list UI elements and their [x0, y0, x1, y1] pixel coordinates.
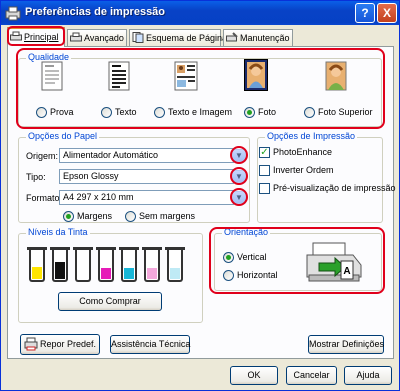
paper-format-dropdown-button[interactable]: ▼: [232, 191, 246, 204]
reverse-order-checkbox[interactable]: [259, 165, 270, 176]
text-doc-icon: [108, 61, 130, 91]
reverse-order-label: Inverter Ordem: [273, 165, 334, 175]
print-options-title: Opções de Impressão: [265, 131, 358, 141]
ink-cartridge: [50, 247, 70, 282]
quality-draft-label: Prova: [50, 107, 74, 117]
margins-label: Margens: [77, 211, 113, 221]
paper-format-label: Formato:: [26, 193, 63, 203]
quality-best-photo-radio[interactable]: [304, 107, 315, 118]
ink-levels-title: Níveis da Tinta: [26, 227, 90, 237]
paper-type-label: Tipo:: [26, 172, 46, 182]
window-title: Preferências de impressão: [25, 6, 166, 18]
quality-photo-radio[interactable]: [244, 107, 255, 118]
technical-support-button[interactable]: Assistência Técnica: [110, 335, 190, 354]
title-bar[interactable]: Preferências de impressão ? X: [1, 1, 399, 25]
paper-source-label: Origem:: [26, 151, 59, 161]
show-settings-button[interactable]: Mostrar Definições: [308, 335, 384, 354]
best-photo-icon: [325, 61, 347, 91]
borderless-radio[interactable]: [125, 211, 136, 222]
paper-source-dropdown-button[interactable]: ▼: [232, 149, 246, 162]
paper-options-title: Opções do Papel: [26, 131, 100, 141]
ink-level-fill: [124, 268, 134, 279]
print-preview-label: Pré-visualização de impressão: [273, 183, 396, 193]
photoenhance-checkbox[interactable]: ✓: [259, 147, 270, 158]
tab-label: Avançado: [84, 33, 124, 43]
main-panel: Qualidade Prova Texto Texto e Imagem Fot…: [7, 46, 396, 359]
ok-button[interactable]: OK: [230, 366, 278, 385]
print-preview-checkbox[interactable]: [259, 183, 270, 194]
ink-level-fill: [147, 268, 157, 279]
orientation-title: Orientação: [222, 227, 271, 237]
tab-avancado[interactable]: Avançado: [67, 29, 127, 46]
quality-text-label: Texto: [115, 107, 137, 117]
ink-cartridge: [27, 247, 47, 282]
paper-type-select[interactable]: Epson Glossy: [59, 169, 234, 184]
maintenance-icon: [226, 32, 238, 42]
tab-principal[interactable]: Principal: [7, 27, 65, 47]
how-to-buy-button[interactable]: Como Comprar: [58, 292, 162, 311]
ink-level-fill: [55, 262, 65, 279]
portrait-label: Vertical: [237, 252, 267, 262]
print-preferences-dialog: Preferências de impressão ? X Principal …: [0, 0, 400, 391]
photo-icon: [244, 59, 268, 91]
quality-draft-radio[interactable]: [36, 107, 47, 118]
margins-radio[interactable]: [63, 211, 74, 222]
ink-level-fill: [170, 268, 180, 279]
ink-cartridge: [73, 247, 93, 282]
text-image-doc-icon: [174, 61, 198, 91]
printer-icon: [70, 32, 82, 42]
orientation-preview-icon: A: [306, 242, 362, 282]
paper-type-dropdown-button[interactable]: ▼: [232, 170, 246, 183]
portrait-radio[interactable]: [223, 252, 234, 263]
tab-manutencao[interactable]: Manutenção: [223, 29, 293, 46]
quality-best-photo-label: Foto Superior: [318, 107, 373, 117]
ink-cartridge: [96, 247, 116, 282]
landscape-label: Horizontal: [237, 270, 278, 280]
restore-defaults-label: Repor Predef.: [39, 339, 97, 349]
svg-text:A: A: [343, 266, 350, 277]
tab-label: Principal: [24, 32, 59, 42]
title-help-button[interactable]: ?: [355, 3, 375, 23]
paper-source-select[interactable]: Alimentador Automático: [59, 148, 234, 163]
printer-icon: [5, 6, 21, 21]
quality-text-radio[interactable]: [101, 107, 112, 118]
restore-defaults-button[interactable]: Repor Predef.: [20, 334, 100, 355]
tab-label: Esquema de Página: [146, 33, 228, 43]
ink-level-fill: [32, 267, 42, 279]
borderless-label: Sem margens: [139, 211, 196, 221]
draft-doc-icon: [41, 61, 63, 91]
ink-cartridge: [119, 247, 139, 282]
printer-icon: [10, 31, 22, 41]
printer-icon: [24, 337, 38, 351]
photoenhance-label: PhotoEnhance: [273, 147, 333, 157]
ink-cartridge: [165, 247, 185, 282]
page-layout-icon: [132, 32, 144, 43]
paper-format-select[interactable]: A4 297 x 210 mm: [59, 190, 234, 205]
cancel-button[interactable]: Cancelar: [286, 366, 337, 385]
ink-cartridge: [142, 247, 162, 282]
quality-text-image-radio[interactable]: [154, 107, 165, 118]
quality-text-image-label: Texto e Imagem: [168, 107, 233, 117]
help-button[interactable]: Ajuda: [344, 366, 392, 385]
tab-esquema-de-pagina[interactable]: Esquema de Página: [129, 29, 227, 46]
ink-level-fill: [101, 268, 111, 279]
landscape-radio[interactable]: [223, 270, 234, 281]
tab-label: Manutenção: [240, 33, 290, 43]
title-close-button[interactable]: X: [377, 3, 397, 23]
quality-photo-label: Foto: [258, 107, 277, 117]
